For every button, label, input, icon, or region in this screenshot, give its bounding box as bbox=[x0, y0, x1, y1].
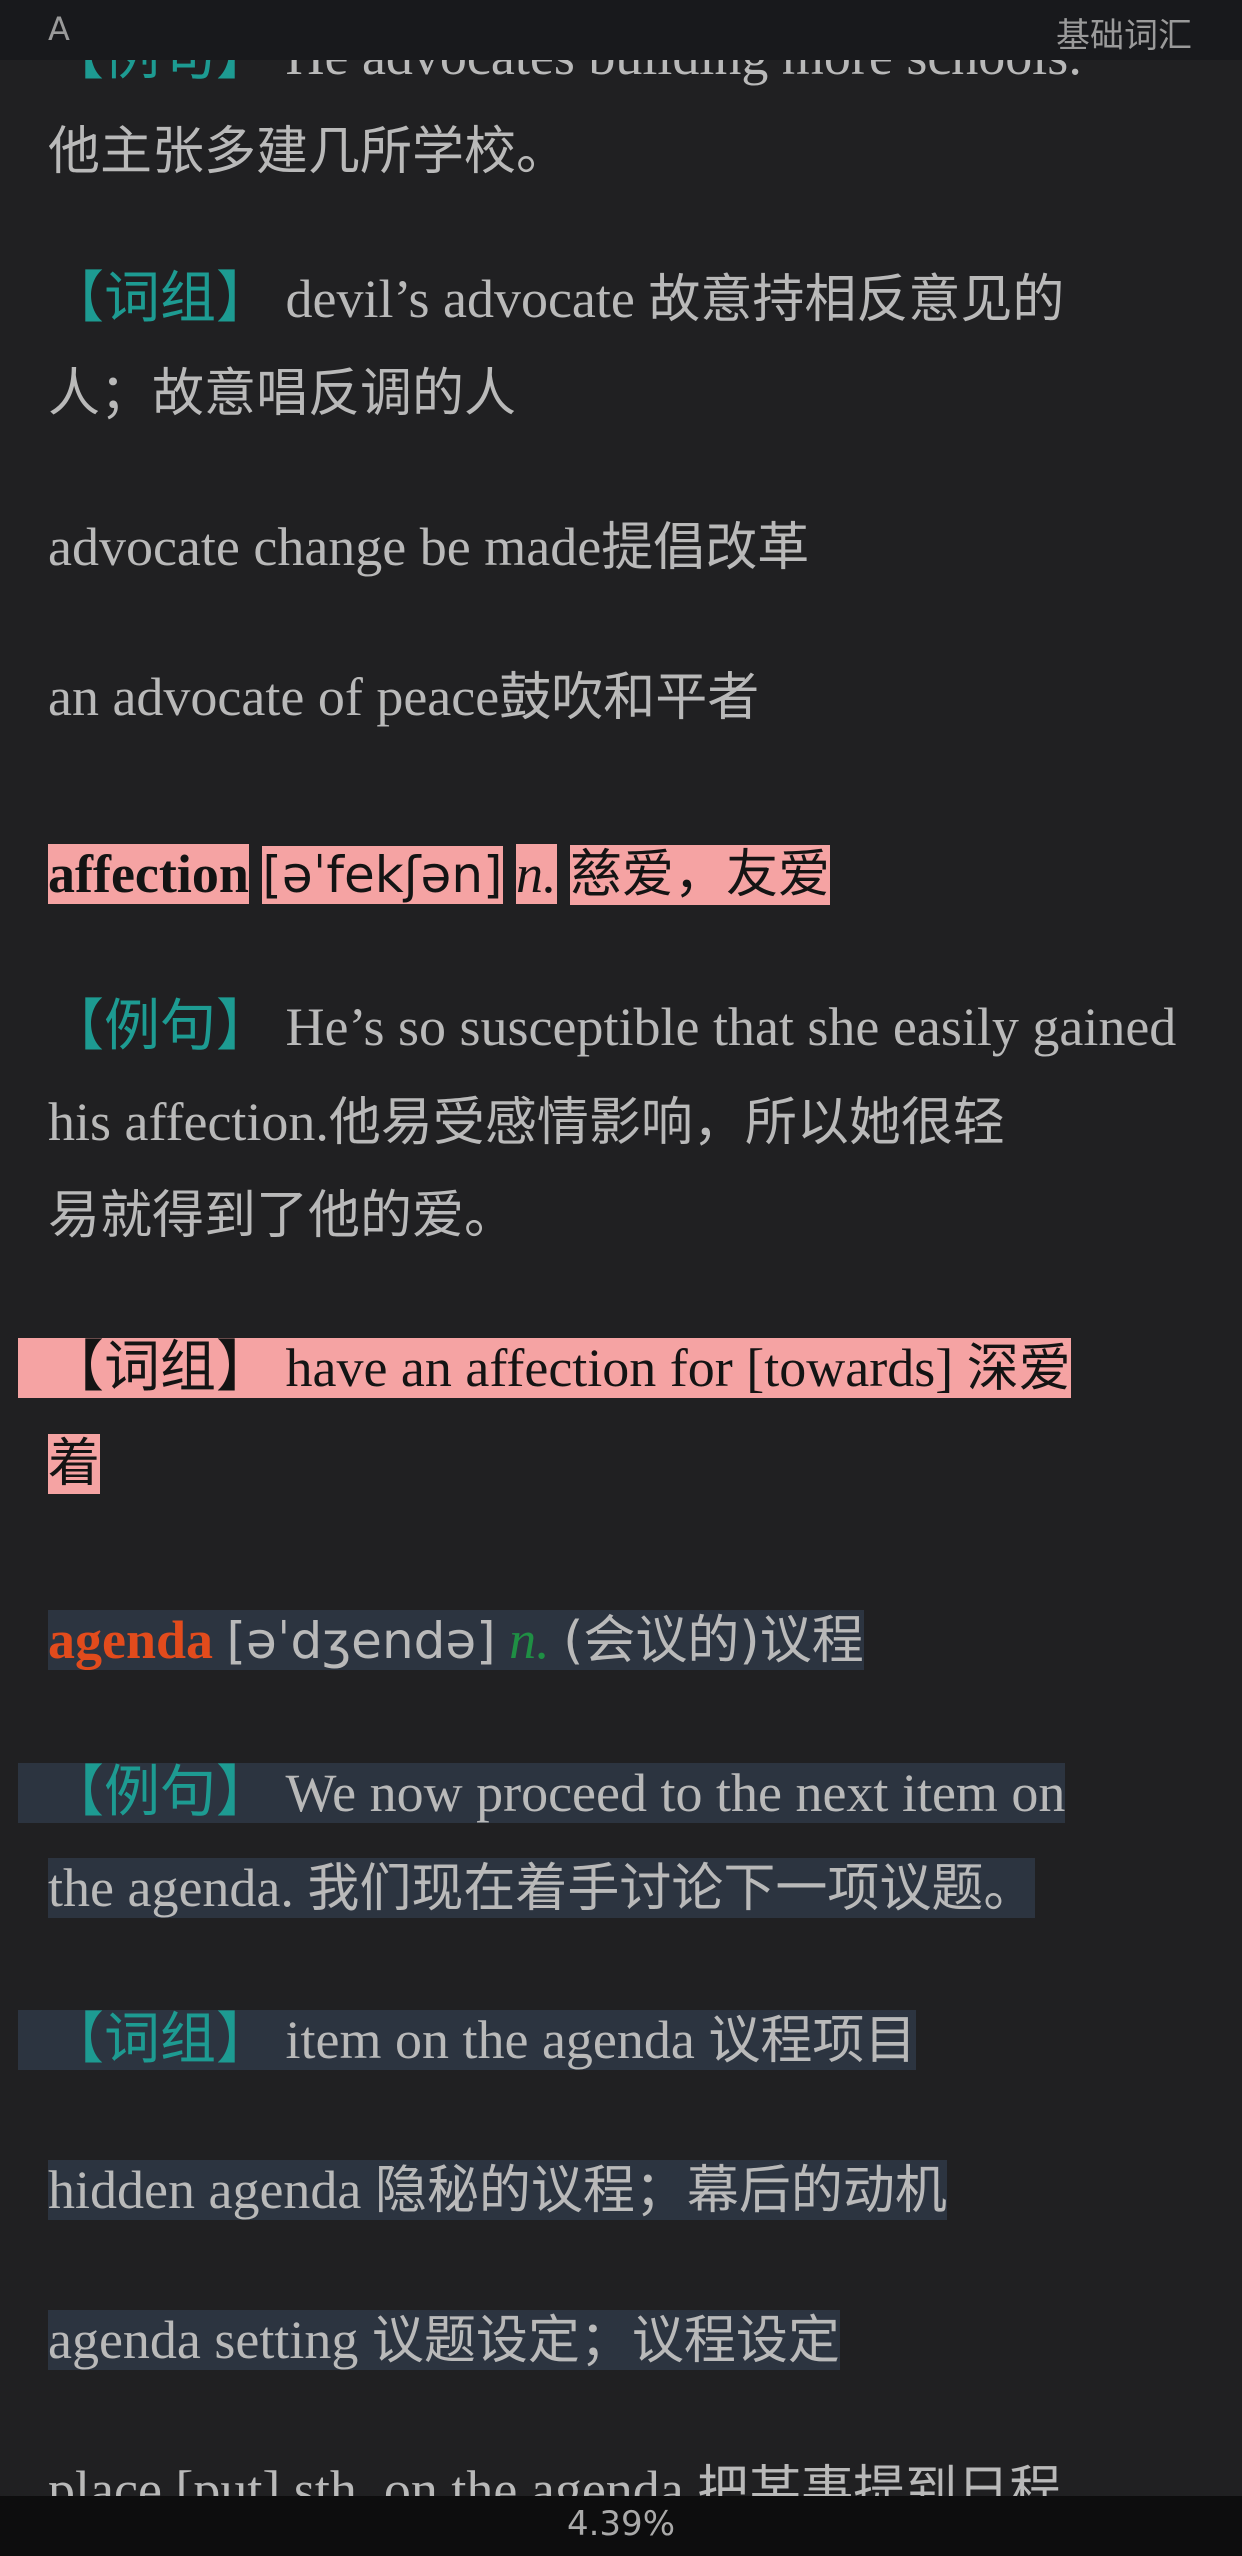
top-bar: A 基础词汇 bbox=[0, 0, 1242, 60]
headword-agenda: agenda bbox=[48, 1610, 214, 1670]
advocate-phrase2: advocate change be made提倡改革 bbox=[48, 511, 809, 584]
phrase2-zh: 隐秘的议程；幕后的动机 bbox=[374, 2161, 947, 2221]
advocate-example-zh: 他主张多建几所学校。 bbox=[48, 122, 569, 182]
affection-headword-line[interactable]: affection [əˈfekʃən] n. 慈爱，友爱 bbox=[48, 838, 831, 911]
phrase-zh: 深爱 bbox=[966, 1339, 1071, 1399]
phrase2-en: hidden agenda bbox=[48, 2160, 362, 2220]
headword-affection: affection bbox=[48, 844, 249, 904]
phrase3-zh: 议题设定；议程设定 bbox=[371, 2311, 840, 2371]
phrase2-zh: 提倡改革 bbox=[601, 518, 810, 578]
phrase1-en: devil’s advocate bbox=[285, 269, 635, 329]
meaning-agenda: (会议的)议程 bbox=[563, 1611, 864, 1671]
agenda-example-en: 【例句】 We now proceed to the next item on bbox=[18, 1757, 1066, 1829]
agenda-phrase1: 【词组】 item on the agenda 议程项目 bbox=[18, 2004, 917, 2077]
phrase1-zh: 故意持相反意见的 bbox=[648, 270, 1065, 330]
pos-agenda: n. bbox=[509, 1610, 550, 1670]
affection-example-en2: his affection.他易受感情影响，所以她很轻 bbox=[48, 1086, 1005, 1159]
book-title: 基础词汇 bbox=[1056, 16, 1192, 56]
meaning-affection: 慈爱，友爱 bbox=[570, 845, 831, 905]
pos-affection: n. bbox=[516, 844, 557, 904]
phrase3-en: an advocate of peace bbox=[48, 667, 500, 727]
ipa-agenda: [əˈdʒendə] bbox=[226, 1612, 496, 1670]
example-label: 【例句】 bbox=[48, 1760, 272, 1825]
affection-example-en: 【例句】 He’s so susceptible that she easily… bbox=[48, 991, 1176, 1063]
bottom-bar: 4.39% bbox=[0, 2496, 1242, 2556]
example-label: 【例句】 bbox=[48, 994, 272, 1059]
phrase3-zh: 鼓吹和平者 bbox=[499, 668, 760, 728]
example-en-text-cont: the agenda. bbox=[48, 1858, 294, 1918]
phrase-zh-cont: 着 bbox=[48, 1434, 101, 1494]
agenda-phrase3-highlight: agenda setting 议题设定；议程设定 bbox=[48, 2310, 840, 2371]
agenda-example-highlight: 【例句】 We now proceed to the next item on bbox=[18, 1760, 1066, 1825]
agenda-headword-highlight: agenda [əˈdʒendə] n. (会议的)议程 bbox=[48, 1610, 864, 1671]
affection-phrase[interactable]: 【词组】 have an affection for [towards] 深爱 bbox=[18, 1332, 1071, 1405]
example-en-text: He’s so susceptible that she easily gain… bbox=[285, 997, 1177, 1057]
affection-phrase-highlight: 【词组】 have an affection for [towards] 深爱 bbox=[18, 1335, 1071, 1400]
affection-phrase-cont: 着 bbox=[48, 1427, 101, 1500]
agenda-phrase3: agenda setting 议题设定；议程设定 bbox=[48, 2304, 840, 2377]
example-zh-text: 我们现在着手讨论下一项议题。 bbox=[307, 1859, 1036, 1919]
phrase2-en: advocate change be made bbox=[48, 517, 602, 577]
example-en-text-cont: his affection. bbox=[48, 1092, 329, 1152]
advocate-phrase3: an advocate of peace鼓吹和平者 bbox=[48, 661, 759, 734]
agenda-phrase2-highlight: hidden agenda 隐秘的议程；幕后的动机 bbox=[48, 2160, 947, 2221]
phrase-en: have an affection for [towards] bbox=[285, 1338, 954, 1398]
agenda-example-highlight-2: the agenda. 我们现在着手讨论下一项议题。 bbox=[48, 1858, 1036, 1919]
phrase-label: 【词组】 bbox=[48, 266, 272, 331]
agenda-phrase1-highlight: 【词组】 item on the agenda 议程项目 bbox=[18, 2007, 917, 2072]
agenda-phrase2: hidden agenda 隐秘的议程；幕后的动机 bbox=[48, 2154, 947, 2227]
phrase3-en: agenda setting bbox=[48, 2310, 359, 2370]
affection-example-zh2: 易就得到了他的爱。 bbox=[48, 1186, 517, 1246]
advocate-phrase1: 【词组】 devil’s advocate 故意持相反意见的 bbox=[48, 263, 1064, 336]
agenda-headword-line[interactable]: agenda [əˈdʒendə] n. (会议的)议程 bbox=[48, 1604, 864, 1677]
ipa-affection: [əˈfekʃən] bbox=[262, 846, 503, 904]
example-en-text: We now proceed to the next item on bbox=[285, 1763, 1066, 1823]
reading-progress: 4.39% bbox=[566, 2504, 675, 2544]
phrase1-en: item on the agenda bbox=[285, 2010, 695, 2070]
phrase-label: 【词组】 bbox=[48, 1335, 272, 1400]
font-size-toggle[interactable]: A bbox=[48, 10, 70, 48]
advocate-phrase1-cont: 人；故意唱反调的人 bbox=[48, 364, 517, 424]
phrase-label: 【词组】 bbox=[48, 2007, 272, 2072]
phrase1-zh: 议程项目 bbox=[708, 2011, 917, 2071]
agenda-example-en2: the agenda. 我们现在着手讨论下一项议题。 bbox=[48, 1852, 1036, 1925]
example-zh-text: 他易受感情影响，所以她很轻 bbox=[328, 1093, 1005, 1153]
